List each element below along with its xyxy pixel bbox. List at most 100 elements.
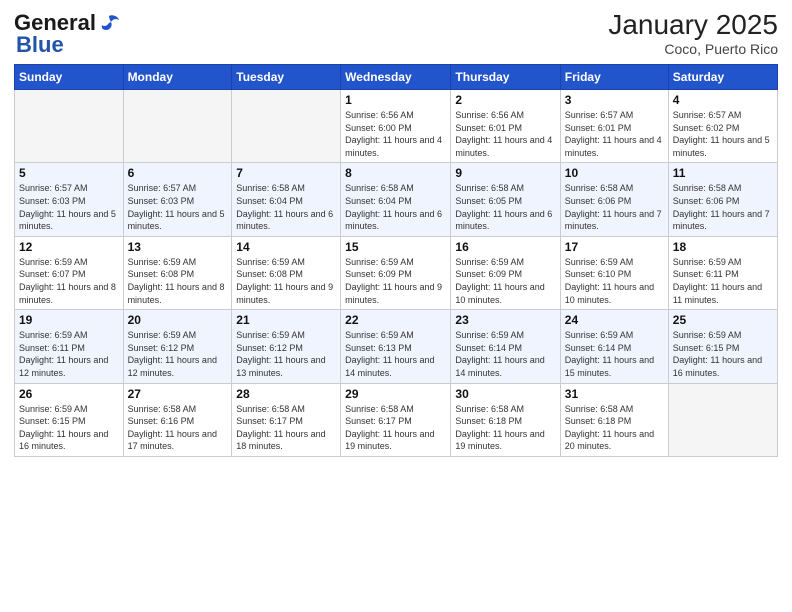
- day-info: Sunrise: 6:56 AMSunset: 6:00 PMDaylight:…: [345, 109, 446, 159]
- week-row-4: 26Sunrise: 6:59 AMSunset: 6:15 PMDayligh…: [15, 383, 778, 456]
- day-info: Sunrise: 6:59 AMSunset: 6:07 PMDaylight:…: [19, 256, 119, 306]
- calendar-cell: 11Sunrise: 6:58 AMSunset: 6:06 PMDayligh…: [668, 163, 777, 236]
- calendar-cell: 13Sunrise: 6:59 AMSunset: 6:08 PMDayligh…: [123, 236, 232, 309]
- logo-blue: Blue: [16, 32, 64, 58]
- day-info: Sunrise: 6:58 AMSunset: 6:04 PMDaylight:…: [236, 182, 336, 232]
- day-number: 29: [345, 387, 446, 401]
- title-block: January 2025 Coco, Puerto Rico: [608, 10, 778, 57]
- calendar-cell: 3Sunrise: 6:57 AMSunset: 6:01 PMDaylight…: [560, 90, 668, 163]
- day-number: 11: [673, 166, 773, 180]
- calendar-cell: 4 Sunrise: 6:57 AMSunset: 6:02 PMDaylight…: [668, 90, 777, 163]
- calendar-cell: 15 Sunrise: 6:59 AMSunset: 6:09 PMDayligh…: [341, 236, 451, 309]
- calendar-cell: 30 Sunrise: 6:58 AMSunset: 6:18 PMDayligh…: [451, 383, 560, 456]
- calendar-cell: 24Sunrise: 6:59 AMSunset: 6:14 PMDayligh…: [560, 310, 668, 383]
- day-info: Sunrise: 6:58 AMSunset: 6:06 PMDaylight:…: [565, 182, 664, 232]
- day-number: 3: [565, 93, 664, 107]
- logo-bird-icon: [98, 14, 120, 32]
- calendar-cell: 20Sunrise: 6:59 AMSunset: 6:12 PMDayligh…: [123, 310, 232, 383]
- day-info: Sunrise: 6:59 AMSunset: 6:12 PMDaylight:…: [236, 329, 336, 379]
- calendar-cell: [15, 90, 124, 163]
- day-number: 5: [19, 166, 119, 180]
- calendar-cell: 14 Sunrise: 6:59 AMSunset: 6:08 PMDayligh…: [232, 236, 341, 309]
- day-number: 22: [345, 313, 446, 327]
- calendar-cell: 2 Sunrise: 6:56 AMSunset: 6:01 PMDaylight…: [451, 90, 560, 163]
- day-number: 21: [236, 313, 336, 327]
- day-number: 24: [565, 313, 664, 327]
- day-info: Sunrise: 6:59 AMSunset: 6:15 PMDaylight:…: [19, 403, 119, 453]
- day-info: Sunrise: 6:58 AMSunset: 6:18 PMDaylight:…: [455, 403, 555, 453]
- day-info: Sunrise: 6:59 AMSunset: 6:11 PMDaylight:…: [19, 329, 119, 379]
- day-number: 28: [236, 387, 336, 401]
- calendar-cell: 25 Sunrise: 6:59 AMSunset: 6:15 PMDayligh…: [668, 310, 777, 383]
- day-info: Sunrise: 6:59 AMSunset: 6:09 PMDaylight:…: [345, 256, 446, 306]
- day-number: 25: [673, 313, 773, 327]
- weekday-friday: Friday: [560, 65, 668, 90]
- calendar-cell: 17Sunrise: 6:59 AMSunset: 6:10 PMDayligh…: [560, 236, 668, 309]
- calendar-cell: 18 Sunrise: 6:59 AMSunset: 6:11 PMDayligh…: [668, 236, 777, 309]
- weekday-monday: Monday: [123, 65, 232, 90]
- day-info: Sunrise: 6:58 AMSunset: 6:17 PMDaylight:…: [345, 403, 446, 453]
- week-row-1: 5 Sunrise: 6:57 AMSunset: 6:03 PMDaylight…: [15, 163, 778, 236]
- calendar-cell: 10 Sunrise: 6:58 AMSunset: 6:06 PMDayligh…: [560, 163, 668, 236]
- day-number: 14: [236, 240, 336, 254]
- calendar-cell: 28 Sunrise: 6:58 AMSunset: 6:17 PMDayligh…: [232, 383, 341, 456]
- calendar-cell: [123, 90, 232, 163]
- calendar: SundayMondayTuesdayWednesdayThursdayFrid…: [14, 64, 778, 457]
- calendar-cell: 23Sunrise: 6:59 AMSunset: 6:14 PMDayligh…: [451, 310, 560, 383]
- calendar-cell: 7Sunrise: 6:58 AMSunset: 6:04 PMDaylight…: [232, 163, 341, 236]
- calendar-cell: 9 Sunrise: 6:58 AMSunset: 6:05 PMDaylight…: [451, 163, 560, 236]
- day-number: 2: [455, 93, 555, 107]
- calendar-cell: 31 Sunrise: 6:58 AMSunset: 6:18 PMDayligh…: [560, 383, 668, 456]
- day-info: Sunrise: 6:59 AMSunset: 6:13 PMDaylight:…: [345, 329, 446, 379]
- weekday-wednesday: Wednesday: [341, 65, 451, 90]
- weekday-tuesday: Tuesday: [232, 65, 341, 90]
- day-number: 18: [673, 240, 773, 254]
- calendar-cell: 21 Sunrise: 6:59 AMSunset: 6:12 PMDayligh…: [232, 310, 341, 383]
- day-number: 10: [565, 166, 664, 180]
- day-number: 30: [455, 387, 555, 401]
- day-info: Sunrise: 6:57 AMSunset: 6:03 PMDaylight:…: [128, 182, 228, 232]
- day-number: 6: [128, 166, 228, 180]
- day-info: Sunrise: 6:59 AMSunset: 6:08 PMDaylight:…: [236, 256, 336, 306]
- day-number: 4: [673, 93, 773, 107]
- calendar-cell: 16Sunrise: 6:59 AMSunset: 6:09 PMDayligh…: [451, 236, 560, 309]
- day-info: Sunrise: 6:57 AMSunset: 6:02 PMDaylight:…: [673, 109, 773, 159]
- weekday-sunday: Sunday: [15, 65, 124, 90]
- calendar-cell: 22 Sunrise: 6:59 AMSunset: 6:13 PMDayligh…: [341, 310, 451, 383]
- calendar-cell: 1Sunrise: 6:56 AMSunset: 6:00 PMDaylight…: [341, 90, 451, 163]
- day-number: 9: [455, 166, 555, 180]
- day-number: 20: [128, 313, 228, 327]
- header: General Blue January 2025 Coco, Puerto R…: [14, 10, 778, 58]
- day-number: 15: [345, 240, 446, 254]
- day-number: 12: [19, 240, 119, 254]
- day-info: Sunrise: 6:58 AMSunset: 6:05 PMDaylight:…: [455, 182, 555, 232]
- calendar-cell: 5Sunrise: 6:57 AMSunset: 6:03 PMDaylight…: [15, 163, 124, 236]
- day-info: Sunrise: 6:58 AMSunset: 6:16 PMDaylight:…: [128, 403, 228, 453]
- week-row-3: 19 Sunrise: 6:59 AMSunset: 6:11 PMDayligh…: [15, 310, 778, 383]
- calendar-cell: 27 Sunrise: 6:58 AMSunset: 6:16 PMDayligh…: [123, 383, 232, 456]
- day-info: Sunrise: 6:56 AMSunset: 6:01 PMDaylight:…: [455, 109, 555, 159]
- day-number: 19: [19, 313, 119, 327]
- day-number: 31: [565, 387, 664, 401]
- day-info: Sunrise: 6:59 AMSunset: 6:15 PMDaylight:…: [673, 329, 773, 379]
- calendar-cell: [232, 90, 341, 163]
- month-year: January 2025: [608, 10, 778, 41]
- day-info: Sunrise: 6:59 AMSunset: 6:08 PMDaylight:…: [128, 256, 228, 306]
- day-info: Sunrise: 6:58 AMSunset: 6:04 PMDaylight:…: [345, 182, 446, 232]
- weekday-thursday: Thursday: [451, 65, 560, 90]
- day-info: Sunrise: 6:58 AMSunset: 6:17 PMDaylight:…: [236, 403, 336, 453]
- week-row-0: 1Sunrise: 6:56 AMSunset: 6:00 PMDaylight…: [15, 90, 778, 163]
- location: Coco, Puerto Rico: [608, 41, 778, 57]
- day-number: 16: [455, 240, 555, 254]
- calendar-cell: [668, 383, 777, 456]
- day-number: 8: [345, 166, 446, 180]
- logo: General Blue: [14, 10, 120, 58]
- weekday-saturday: Saturday: [668, 65, 777, 90]
- day-number: 23: [455, 313, 555, 327]
- calendar-cell: 26Sunrise: 6:59 AMSunset: 6:15 PMDayligh…: [15, 383, 124, 456]
- day-number: 27: [128, 387, 228, 401]
- day-info: Sunrise: 6:58 AMSunset: 6:18 PMDaylight:…: [565, 403, 664, 453]
- calendar-cell: 12 Sunrise: 6:59 AMSunset: 6:07 PMDayligh…: [15, 236, 124, 309]
- page: General Blue January 2025 Coco, Puerto R…: [0, 0, 792, 612]
- day-info: Sunrise: 6:59 AMSunset: 6:11 PMDaylight:…: [673, 256, 773, 306]
